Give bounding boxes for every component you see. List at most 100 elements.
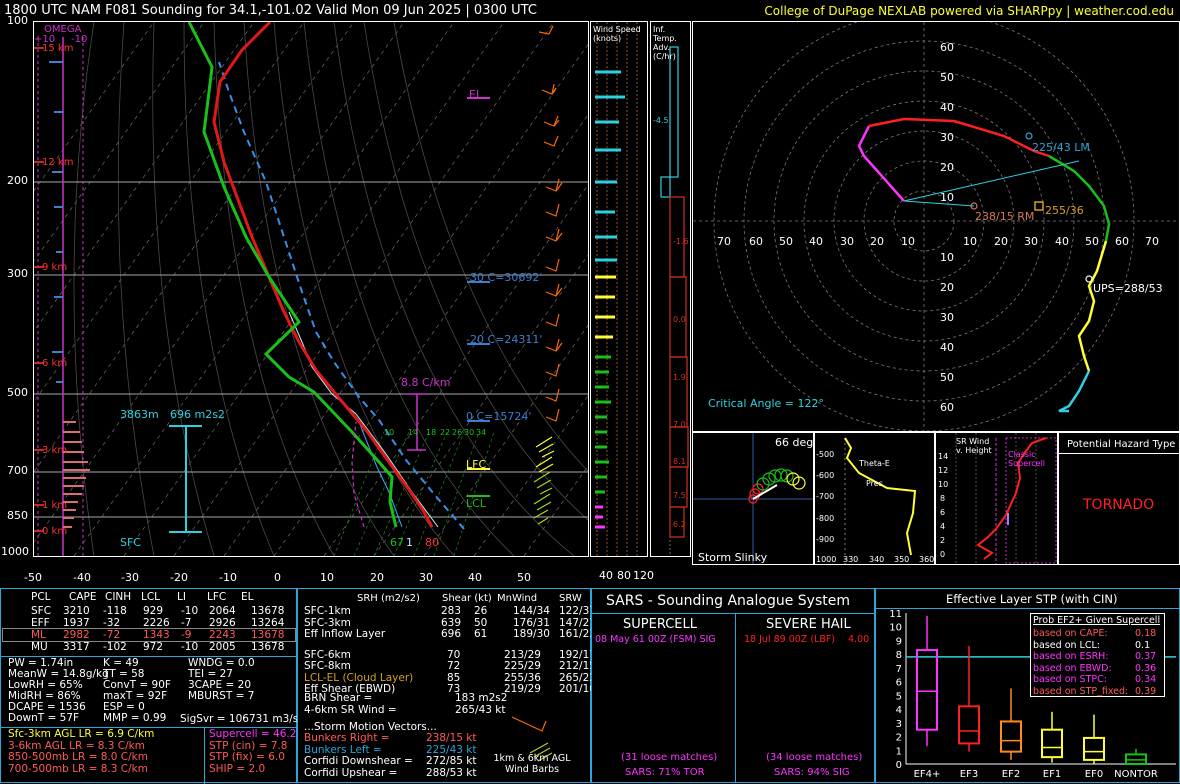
slinky-svg bbox=[693, 433, 813, 564]
temp-label: -20 bbox=[170, 571, 188, 584]
parcel-cell: 13264 bbox=[251, 617, 285, 629]
temp-adv-value: 7.0 bbox=[673, 420, 686, 429]
stp-category-label: NONTOR bbox=[1114, 769, 1158, 780]
hodo-x-label: 30 bbox=[840, 235, 854, 248]
parcel-cell: ML bbox=[31, 629, 46, 641]
kin-row: SFC-8km 72 225/29 212/15 bbox=[304, 660, 596, 673]
hazard-panel: Potential Hazard Type TORNADO bbox=[1058, 432, 1180, 565]
hodo-x-label: 60 bbox=[749, 235, 763, 248]
parcel-cell: -118 bbox=[103, 605, 127, 617]
parcel-cell: MU bbox=[31, 641, 48, 653]
stp-box bbox=[958, 705, 980, 745]
kinematics-panel: SRH (m2/s2) Shear (kt) MnWind SRW SFC-1k… bbox=[297, 588, 596, 783]
kin-cell: 144/34 bbox=[513, 605, 550, 617]
skewt-svg bbox=[34, 22, 588, 556]
hail-match: 18 Jul 89 00Z (LBF) bbox=[744, 634, 836, 645]
isobars bbox=[34, 181, 588, 518]
parcel-cell: 1937 bbox=[63, 617, 90, 629]
pressure-label: 850 bbox=[7, 509, 28, 522]
mix-tick: 22 bbox=[440, 428, 451, 437]
theta-e-trace bbox=[844, 437, 917, 556]
parcel-header: LI bbox=[177, 591, 186, 603]
mix-tick: 18 bbox=[426, 428, 437, 437]
srwind-y-label: 10 bbox=[938, 480, 949, 489]
parcel-row[interactable]: SFC 3210 -118 929 -10 2064 13678 bbox=[3, 605, 295, 617]
index-value: MMP = 0.99 bbox=[103, 712, 167, 724]
theta-x-label: 330 bbox=[843, 555, 859, 564]
motion-value: 272/85 kt bbox=[426, 755, 477, 767]
temp-adv-value: -4.5 bbox=[653, 116, 669, 125]
lapse-row: Sfc-3km AGL LR = 6.9 C/km bbox=[8, 728, 155, 740]
stp-y-label: 7 bbox=[896, 664, 902, 675]
hail-sars: SARS: 94% SIG bbox=[774, 767, 850, 778]
prob-row: based on LCL: 0.1 bbox=[1033, 640, 1163, 652]
temp-label: 50 bbox=[517, 571, 531, 584]
sars-panel: SARS - Sounding Analogue System SUPERCEL… bbox=[591, 588, 875, 783]
parcel-row[interactable]: MU 3317 -102 972 -10 2005 13678 bbox=[3, 641, 295, 653]
theta-y-label: -500 bbox=[816, 450, 835, 459]
srwind-title: SR Wind v. Height bbox=[956, 437, 992, 455]
temp-adv-value: 6.2 bbox=[673, 520, 686, 529]
minus20c-label: -20 C=24311' bbox=[466, 333, 543, 346]
temp-label: -50 bbox=[24, 571, 42, 584]
hodo-y-label: 60 bbox=[940, 41, 954, 54]
index-value: DownT = 57F bbox=[8, 712, 80, 724]
hodo-y-label: 10 bbox=[940, 191, 954, 204]
credit-text[interactable]: College of DuPage NEXLAB powered via SHA… bbox=[764, 4, 1174, 19]
omega-bars bbox=[49, 61, 63, 383]
ups-marker bbox=[1085, 275, 1093, 283]
height-label: 15 km bbox=[42, 43, 74, 54]
prob-row: based on STP_fixed: 0.39 bbox=[1033, 686, 1163, 698]
parcel-cell: 972 bbox=[143, 641, 164, 653]
classic-supercell-label: Classic Supercell bbox=[1008, 450, 1046, 468]
srwind-y-label: 0 bbox=[940, 550, 946, 559]
prob-rows: based on CAPE: 0.18 based on LCL: 0.1 based … bbox=[1033, 628, 1163, 697]
hodograph-panel: 70 60 50 40 30 20 10 10 20 30 40 50 60 7… bbox=[692, 21, 1180, 432]
height-label: 12 km bbox=[42, 157, 74, 168]
motion-value: 288/53 kt bbox=[426, 766, 477, 779]
stp-category-label: EF3 bbox=[960, 769, 978, 780]
stp-y-label: 11 bbox=[889, 609, 902, 620]
parcel-cell: 13678 bbox=[251, 629, 285, 641]
prob-row: based on STPC: 0.34 bbox=[1033, 674, 1163, 686]
critical-angle-label: Critical Angle = 122° bbox=[708, 397, 824, 410]
hodo-seg-yellow bbox=[1077, 240, 1108, 372]
parcel-rows: SFC 3210 -118 929 -10 2064 13678 EFF 1937 -32 2226… bbox=[2, 605, 296, 653]
pressure-label: 200 bbox=[7, 174, 28, 187]
isotherms bbox=[34, 22, 588, 556]
hodo-x-label: 50 bbox=[779, 235, 793, 248]
kin-cell: SFC-1km bbox=[304, 605, 351, 617]
parcel-header: PCL bbox=[31, 591, 51, 603]
height-label: 0 km bbox=[42, 526, 68, 537]
height-label: 1 km bbox=[42, 500, 68, 511]
temp-adv-value: 8.1 bbox=[673, 457, 686, 466]
mean-label: 255/36 bbox=[1045, 204, 1084, 217]
theta-legend: Pres bbox=[866, 479, 883, 488]
hail-loose: (34 loose matches) bbox=[766, 752, 863, 763]
rm-label: 238/15 RM bbox=[975, 210, 1035, 223]
parcel-row[interactable]: EFF 1937 -32 2226 -7 2926 13264 bbox=[3, 617, 295, 629]
slinky-panel: 66 deg Storm Slinky bbox=[692, 432, 814, 565]
temp-adv-title: Inf. Temp. Adv. (C/hr) bbox=[653, 25, 677, 61]
srwind-y-label: 12 bbox=[938, 466, 949, 475]
height-label: 6 km bbox=[42, 358, 68, 369]
hodo-x-label: 20 bbox=[870, 235, 884, 248]
stp-panel: Effective Layer STP (with CIN) 11 10 9 8 7 6 5… bbox=[875, 588, 1180, 783]
parcel-cell: 2064 bbox=[209, 605, 236, 617]
parcel-trace bbox=[218, 61, 465, 530]
hail-title: SEVERE HAIL bbox=[766, 617, 851, 632]
pressure-label: 100 bbox=[7, 14, 28, 27]
prob-value: 0.18 bbox=[1135, 628, 1157, 639]
barb-caption: 1km & 6km AGL Wind Barbs bbox=[493, 753, 571, 775]
stp-y-label: 0 bbox=[896, 760, 902, 771]
hodo-x-label: 50 bbox=[1085, 235, 1099, 248]
parcel-row[interactable]: ML 2982 -72 1343 -9 2243 13678 bbox=[2, 628, 296, 642]
stp-y-label: 6 bbox=[896, 678, 902, 689]
hodo-x-label: 40 bbox=[809, 235, 823, 248]
stp-category-label: EF2 bbox=[1002, 769, 1020, 780]
prob-value: 0.34 bbox=[1135, 674, 1157, 685]
kin-cell: 283 bbox=[441, 605, 462, 617]
theta-legend: Theta-E bbox=[859, 459, 890, 468]
minus30c-label: -30 C=30692' bbox=[466, 271, 543, 284]
sars-title: SARS - Sounding Analogue System bbox=[606, 593, 850, 609]
